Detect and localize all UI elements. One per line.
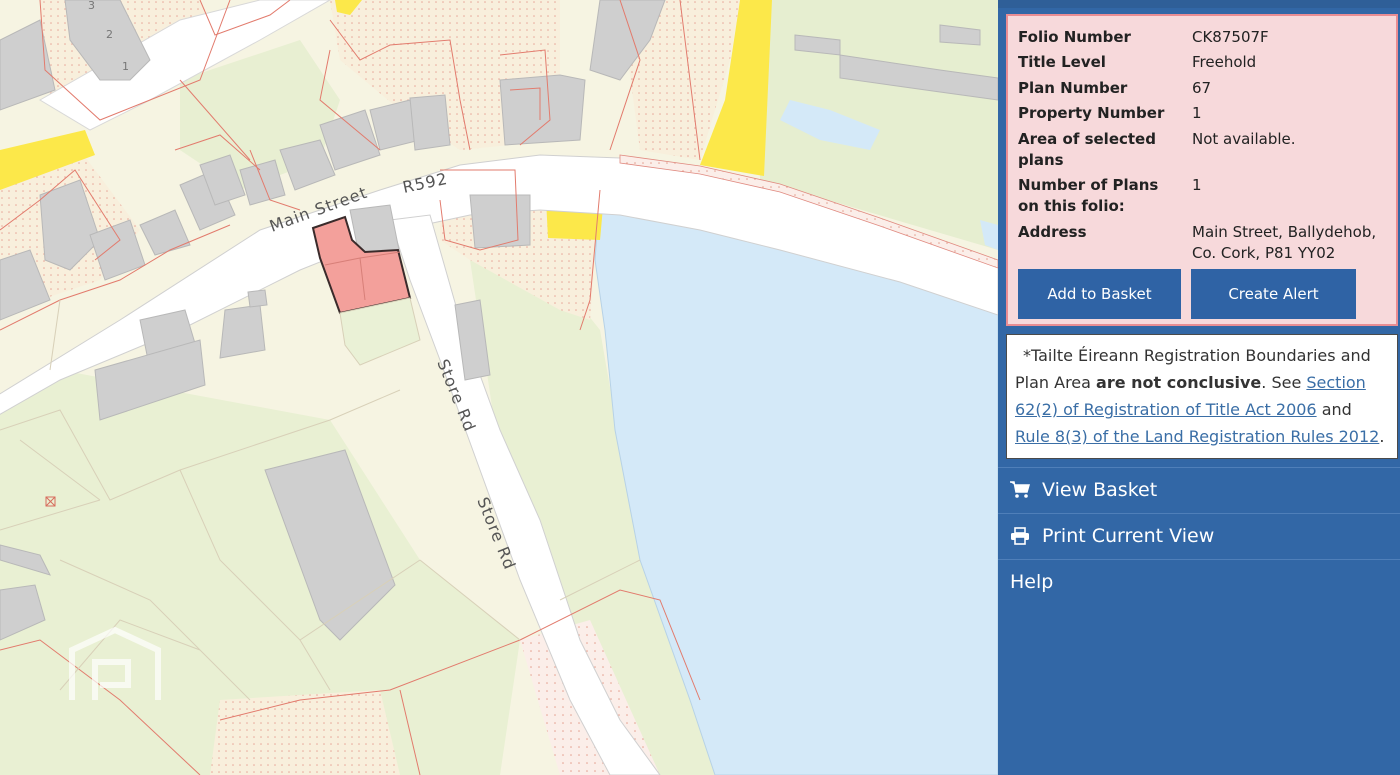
rule-8-link[interactable]: Rule 8(3) of the Land Registration Rules… (1015, 427, 1379, 446)
notice-bold-text: are not conclusive (1096, 373, 1262, 392)
parcel (210, 690, 400, 775)
info-label: Number of Plans on this folio: (1018, 176, 1159, 215)
folio-number-value: CK87507F (1192, 28, 1269, 46)
map-canvas[interactable]: Main Street R592 Store Rd Store Rd 3 2 1 (0, 0, 998, 775)
disclaimer-notice: *Tailte Éireann Registration Boundaries … (1006, 334, 1398, 459)
view-basket-item[interactable]: View Basket (998, 467, 1400, 512)
house-number: 2 (106, 28, 113, 41)
add-to-basket-button[interactable]: Add to Basket (1018, 269, 1181, 319)
printer-icon (1010, 527, 1032, 545)
house-number: 1 (122, 60, 129, 73)
print-current-view-item[interactable]: Print Current View (998, 513, 1400, 558)
notice-text: . See (1261, 373, 1307, 392)
number-of-plans-value: 1 (1192, 176, 1202, 194)
info-label: Area of selected plans (1018, 130, 1156, 169)
cart-icon (1010, 481, 1032, 499)
create-alert-button[interactable]: Create Alert (1191, 269, 1356, 319)
info-label: Title Level (1018, 53, 1106, 71)
folio-info-card: Folio Number CK87507F Title Level Freeho… (1006, 14, 1398, 326)
info-label: Address (1018, 223, 1087, 241)
print-current-view-label: Print Current View (1042, 525, 1215, 547)
info-label: Property Number (1018, 104, 1165, 122)
view-basket-label: View Basket (1042, 479, 1158, 501)
help-item[interactable]: Help (998, 559, 1400, 604)
info-label: Plan Number (1018, 79, 1128, 97)
side-panel: Folio Number CK87507F Title Level Freeho… (998, 0, 1400, 775)
panel-top-strip (998, 0, 1400, 8)
help-label: Help (1010, 571, 1054, 593)
map-view[interactable]: Main Street R592 Store Rd Store Rd 3 2 1 (0, 0, 998, 775)
notice-text: and (1316, 400, 1352, 419)
info-label: Folio Number (1018, 28, 1131, 46)
notice-text: . (1379, 427, 1385, 446)
house-number: 3 (88, 0, 95, 12)
property-number-value: 1 (1192, 104, 1202, 122)
plan-number-value: 67 (1192, 79, 1212, 97)
area-value: Not available. (1192, 130, 1296, 148)
address-value: Main Street, Ballydehob, Co. Cork, P81 Y… (1192, 223, 1377, 262)
title-level-value: Freehold (1192, 53, 1257, 71)
